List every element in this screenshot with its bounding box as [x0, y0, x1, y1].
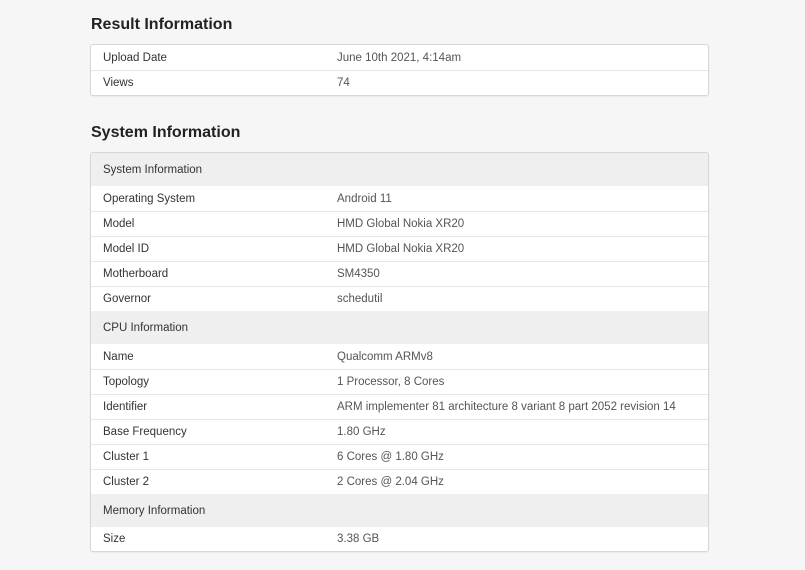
section-header-system: System Information [91, 153, 708, 186]
table-row: Governor schedutil [91, 286, 708, 311]
system-information-title: System Information [91, 124, 241, 141]
row-label: Name [103, 350, 134, 363]
row-label: Views [103, 77, 134, 89]
table-row: Model HMD Global Nokia XR20 [91, 211, 708, 236]
row-label: Topology [103, 376, 150, 388]
section-header-memory: Memory Information [91, 494, 708, 527]
row-value: 2 Cores @ 2.04 GHz [337, 476, 444, 488]
row-value: 74 [337, 77, 350, 89]
table-row: Name Qualcomm ARMv8 [91, 344, 708, 369]
row-value: HMD Global Nokia XR20 [337, 218, 465, 230]
row-value: HMD Global Nokia XR20 [337, 243, 465, 255]
row-value: ARM implementer 81 architecture 8 varian… [337, 401, 676, 413]
table-row: Motherboard SM4350 [91, 261, 708, 286]
table-row: Model ID HMD Global Nokia XR20 [91, 236, 708, 261]
row-label: Cluster 1 [103, 451, 150, 463]
row-label: Motherboard [103, 268, 169, 280]
table-row: Size 3.38 GB [91, 527, 708, 551]
row-value: June 10th 2021, 4:14am [337, 51, 462, 64]
table-row: Cluster 1 6 Cores @ 1.80 GHz [91, 444, 708, 469]
row-label: Base Frequency [103, 426, 187, 438]
row-label: Size [103, 533, 126, 545]
table-row: Identifier ARM implementer 81 architectu… [91, 394, 708, 419]
row-label: Operating System [103, 192, 196, 205]
row-label: Cluster 2 [103, 476, 150, 488]
table-row: Operating System Android 11 [91, 186, 708, 211]
result-information-table: Upload Date June 10th 2021, 4:14am Views… [90, 44, 709, 96]
table-row: Upload Date June 10th 2021, 4:14am [91, 45, 708, 70]
result-information-title: Result Information [91, 16, 233, 33]
row-label: Model [103, 218, 135, 230]
row-value: schedutil [337, 293, 383, 305]
table-row: Topology 1 Processor, 8 Cores [91, 369, 708, 394]
row-value: 3.38 GB [337, 533, 380, 545]
table-row: Views 74 [91, 70, 708, 95]
row-label: Upload Date [103, 51, 167, 64]
table-row: Base Frequency 1.80 GHz [91, 419, 708, 444]
section-header-cpu: CPU Information [91, 311, 708, 344]
row-label: Identifier [103, 401, 148, 413]
system-information-table: System Information Operating System Andr… [90, 152, 709, 552]
row-value: SM4350 [337, 268, 380, 280]
row-value: 6 Cores @ 1.80 GHz [337, 451, 444, 463]
row-value: Android 11 [337, 192, 392, 205]
row-label: Model ID [103, 243, 150, 255]
table-row: Cluster 2 2 Cores @ 2.04 GHz [91, 469, 708, 494]
row-value: 1.80 GHz [337, 426, 386, 438]
row-value: 1 Processor, 8 Cores [337, 376, 445, 388]
row-value: Qualcomm ARMv8 [337, 350, 433, 363]
row-label: Governor [103, 293, 151, 305]
